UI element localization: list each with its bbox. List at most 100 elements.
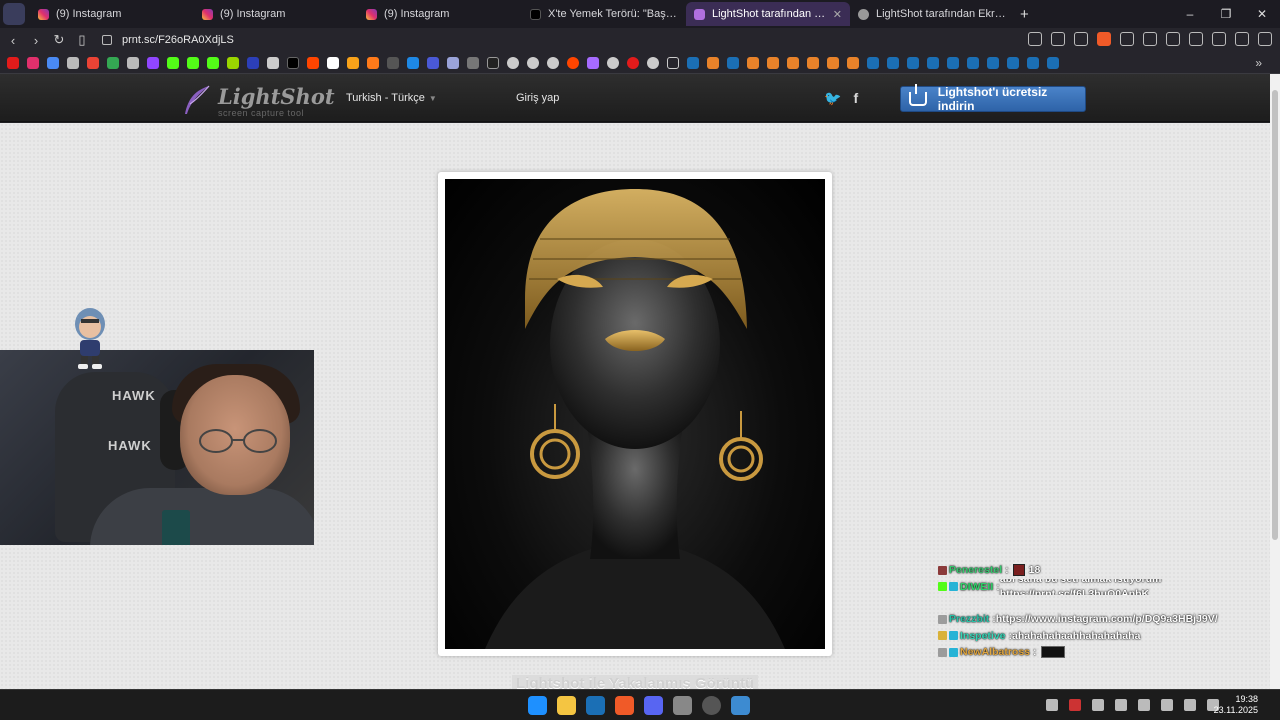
bookmark-icon[interactable] [407, 56, 419, 69]
bookmark-icon[interactable] [707, 56, 719, 69]
bookmark-icon[interactable] [827, 56, 839, 69]
bookmark-icon[interactable] [787, 56, 799, 69]
translate-bookmark-icon[interactable] [47, 56, 59, 69]
extension-icon[interactable] [1120, 32, 1134, 46]
site-info-icon[interactable] [102, 35, 112, 45]
amazon-bookmark-icon[interactable] [347, 56, 359, 69]
menu-icon[interactable] [1258, 32, 1272, 46]
kick-bookmark-icon[interactable] [207, 56, 219, 69]
bookmark-icon[interactable] [427, 56, 439, 69]
folder-icon[interactable] [667, 56, 679, 69]
bookmark-icon[interactable] [627, 56, 639, 69]
steam-bookmark-icon[interactable] [927, 56, 939, 69]
page-scrollbar[interactable] [1270, 74, 1280, 689]
bookmark-icon[interactable] [587, 56, 599, 69]
reddit-bookmark-icon[interactable] [307, 56, 319, 69]
brave-shields-icon[interactable] [1097, 32, 1111, 46]
share-icon[interactable] [1074, 32, 1088, 46]
forward-icon[interactable]: › [26, 33, 46, 48]
bookmark-icon[interactable]: ▯ [72, 32, 92, 48]
close-window-button[interactable]: ✕ [1244, 0, 1280, 28]
bookmark-icon[interactable] [767, 56, 779, 69]
reload-icon[interactable]: ↻ [49, 32, 69, 48]
bookmark-icon[interactable] [127, 56, 139, 69]
extension-icon[interactable] [1143, 32, 1157, 46]
globe-bookmark-icon[interactable] [507, 56, 519, 69]
sidebar-icon[interactable] [1189, 32, 1203, 46]
chevron-up-icon[interactable] [1046, 699, 1058, 711]
download-icon[interactable] [1212, 32, 1226, 46]
youtube-bookmark-icon[interactable] [7, 56, 19, 69]
tray-app-icon[interactable] [1069, 699, 1081, 711]
bookmark-icon[interactable] [487, 56, 499, 69]
bookmark-icon[interactable] [67, 56, 79, 69]
bookmark-icon[interactable] [467, 56, 479, 69]
sidebar-toggle-button[interactable] [3, 3, 25, 25]
tab-instagram-3[interactable]: (9) Instagram [358, 2, 522, 26]
steam-bookmark-icon[interactable] [887, 56, 899, 69]
discord-icon[interactable] [644, 696, 663, 715]
microphone-icon[interactable] [1161, 699, 1173, 711]
bookmark-icon[interactable] [747, 56, 759, 69]
tab-instagram-1[interactable]: (9) Instagram [30, 2, 194, 26]
minimize-button[interactable]: – [1172, 0, 1208, 28]
bookmark-icon[interactable] [807, 56, 819, 69]
back-icon[interactable]: ‹ [3, 33, 23, 48]
cast-icon[interactable] [1028, 32, 1042, 46]
steam-bookmark-icon[interactable] [987, 56, 999, 69]
start-icon[interactable] [528, 696, 547, 715]
restore-button[interactable]: ❐ [1208, 0, 1244, 28]
taskbar-clock[interactable]: 19:38 23.11.2025 [1206, 694, 1258, 716]
zoom-icon[interactable] [1051, 32, 1065, 46]
brave-icon[interactable] [615, 696, 634, 715]
gmail-bookmark-icon[interactable] [87, 56, 99, 69]
app-icon[interactable] [673, 696, 692, 715]
screenshot-image[interactable] [445, 179, 825, 649]
bookmark-icon[interactable] [647, 56, 659, 69]
app-icon[interactable] [731, 696, 750, 715]
steam-bookmark-icon[interactable] [867, 56, 879, 69]
address-bar[interactable]: prnt.sc/F26oRA0XdjLS [102, 30, 282, 50]
bookmark-icon[interactable] [247, 56, 259, 69]
kick-bookmark-icon[interactable] [167, 56, 179, 69]
close-tab-icon[interactable]: ✕ [833, 8, 842, 21]
tray-app-icon[interactable] [1115, 699, 1127, 711]
steam-bookmark-icon[interactable] [947, 56, 959, 69]
login-link[interactable]: Giriş yap [516, 92, 559, 104]
drive-bookmark-icon[interactable] [107, 56, 119, 69]
bookmark-icon[interactable] [327, 56, 339, 69]
steam-bookmark-icon[interactable] [1047, 56, 1059, 69]
twitch-bookmark-icon[interactable] [147, 56, 159, 69]
reddit-bookmark-icon[interactable] [567, 56, 579, 69]
bookmark-icon[interactable] [267, 56, 279, 69]
bookmark-icon[interactable] [387, 56, 399, 69]
globe-bookmark-icon[interactable] [607, 56, 619, 69]
new-tab-button[interactable]: + [1020, 6, 1029, 23]
media-icon[interactable] [1235, 32, 1249, 46]
kick-bookmark-icon[interactable] [187, 56, 199, 69]
tab-lightshot-2[interactable]: LightShot tarafından Ekran Görüntüsü [850, 2, 1014, 26]
download-button[interactable]: Lightshot'ı ücretsiz indirin [900, 84, 1086, 113]
instagram-bookmark-icon[interactable] [27, 56, 39, 69]
bookmark-icon[interactable] [367, 56, 379, 69]
steam-bookmark-icon[interactable] [687, 56, 699, 69]
bookmark-icon[interactable] [447, 56, 459, 69]
twitter-icon[interactable]: 🐦 [824, 90, 841, 107]
bookmark-icon[interactable] [847, 56, 859, 69]
file-explorer-icon[interactable] [557, 696, 576, 715]
steam-bookmark-icon[interactable] [1007, 56, 1019, 69]
app-icon[interactable] [702, 696, 721, 715]
bookmark-icon[interactable] [227, 56, 239, 69]
tray-app-icon[interactable] [1092, 699, 1104, 711]
tab-instagram-2[interactable]: (9) Instagram [194, 2, 358, 26]
scrollbar-thumb[interactable] [1272, 90, 1278, 540]
facebook-icon[interactable]: f [853, 90, 858, 107]
steam-bookmark-icon[interactable] [907, 56, 919, 69]
steam-icon[interactable] [586, 696, 605, 715]
steam-bookmark-icon[interactable] [727, 56, 739, 69]
more-bookmarks-button[interactable]: » [1255, 56, 1262, 70]
steam-bookmark-icon[interactable] [967, 56, 979, 69]
globe-bookmark-icon[interactable] [547, 56, 559, 69]
globe-bookmark-icon[interactable] [527, 56, 539, 69]
volume-icon[interactable] [1138, 699, 1150, 711]
